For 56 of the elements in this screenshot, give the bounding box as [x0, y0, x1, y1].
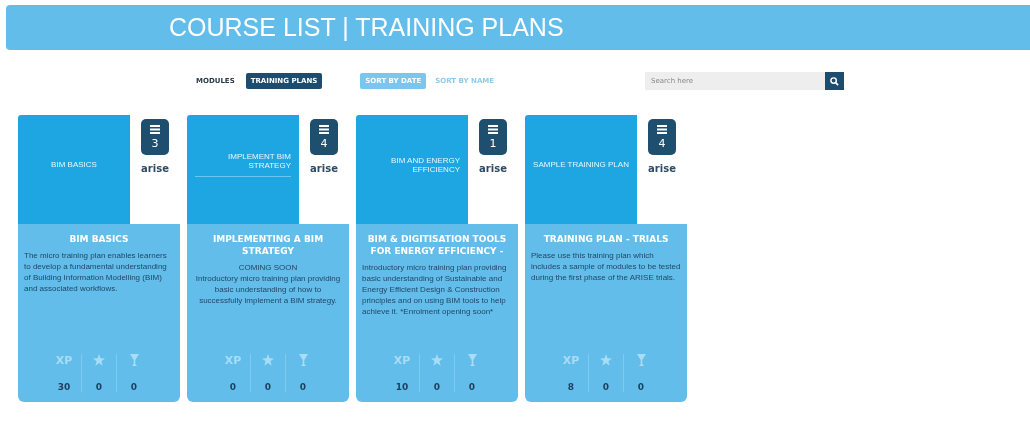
list-icon — [488, 124, 498, 134]
thumbnail-title: BIM AND ENERGY EFFICIENCY — [390, 155, 460, 174]
search-icon — [830, 76, 840, 86]
trophies-value: 0 — [130, 382, 138, 392]
xp-label: XP — [55, 354, 73, 367]
card-description: Introductory micro training plan providing basic understanding of how to successfully implement a BIM strategy. — [194, 273, 342, 306]
xp-value: 0 — [229, 382, 237, 392]
trophies-value: 0 — [637, 382, 645, 392]
logo-text: arise — [310, 163, 338, 174]
stars-value: 0 — [95, 382, 103, 392]
xp-label: XP — [224, 354, 242, 367]
course-thumbnail[interactable]: SAMPLE TRAINING PLAN — [525, 115, 637, 224]
thumbnail-title: BIM BASICS — [51, 160, 97, 169]
search-button[interactable] — [825, 72, 845, 90]
card-status: COMING SOON — [237, 262, 299, 273]
logo-text: arise — [648, 163, 676, 174]
course-thumbnail[interactable]: IMPLEMENT BIM STRATEGY — [187, 115, 299, 224]
trophy-icon — [467, 354, 477, 366]
star-icon — [600, 354, 612, 366]
card-title[interactable]: IMPLEMENTING A BIM STRATEGY — [193, 233, 343, 257]
card-title[interactable]: TRAINING PLAN - TRIALS — [543, 233, 669, 245]
module-count: 4 — [658, 136, 666, 150]
trophy-icon — [129, 354, 139, 366]
page-title: COURSE LIST | TRAINING PLANS — [169, 13, 564, 42]
card-description: Please use this training plan which includes a sample of modules to be tested during the first phase of the ARISE trials. — [531, 250, 681, 283]
card-title[interactable]: BIM & DIGITISATION TOOLS FOR ENERGY EFFICIENCY - — [362, 233, 512, 257]
module-count: 4 — [320, 136, 328, 150]
module-count: 3 — [151, 136, 159, 150]
thumbnail-title: SAMPLE TRAINING PLAN — [533, 160, 629, 169]
card-title[interactable]: BIM BASICS — [69, 233, 129, 245]
logo-text: arise — [141, 163, 169, 174]
stars-value: 0 — [433, 382, 441, 392]
star-icon — [262, 354, 274, 366]
course-thumbnail[interactable]: BIM BASICS — [18, 115, 130, 224]
star-icon — [431, 354, 443, 366]
xp-label: XP — [393, 354, 411, 367]
list-icon — [150, 124, 160, 134]
module-count: 1 — [489, 136, 497, 150]
stars-value: 0 — [264, 382, 272, 392]
trophy-icon — [298, 354, 308, 366]
star-icon — [93, 354, 105, 366]
list-icon — [657, 124, 667, 134]
course-thumbnail[interactable]: BIM AND ENERGY EFFICIENCY — [356, 115, 468, 224]
list-icon — [319, 124, 329, 134]
xp-label: XP — [562, 354, 580, 367]
thumbnail-title: IMPLEMENT BIM STRATEGY — [195, 152, 291, 177]
logo-text: arise — [479, 163, 507, 174]
trophies-value: 0 — [299, 382, 307, 392]
xp-value: 10 — [395, 382, 409, 392]
card-description: The micro training plan enables learners to develop a fundamental understanding of Building Information Modelling (BIM) and associated workflows. — [24, 250, 168, 294]
stars-value: 0 — [602, 382, 610, 392]
xp-value: 30 — [57, 382, 71, 392]
card-description: Introductory micro training plan providing basic understanding of Sustainable and Energy Efficient Design & Construction principles and on using BIM tools to help achieve it. *Enrolment opening soon* — [362, 262, 508, 317]
trophy-icon — [636, 354, 646, 366]
xp-value: 8 — [567, 382, 575, 392]
trophies-value: 0 — [468, 382, 476, 392]
